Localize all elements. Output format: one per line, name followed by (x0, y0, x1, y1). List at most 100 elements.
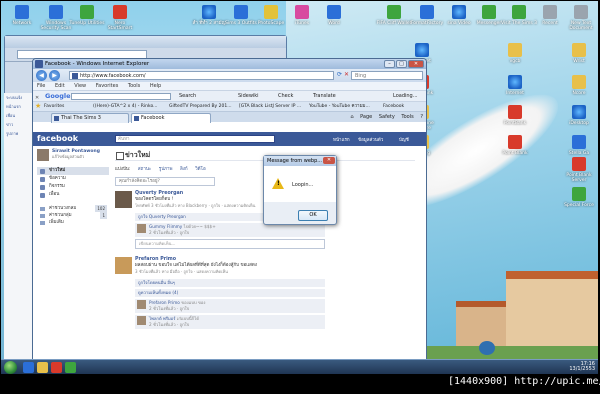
desktop-icon[interactable]: Ncore (561, 75, 597, 96)
menu-tools[interactable]: Tools (128, 83, 140, 89)
avatar[interactable] (137, 300, 146, 309)
ie-titlebar[interactable]: Facebook - Windows Internet Explorer – □… (33, 59, 426, 69)
favorites-button[interactable]: Favorites (44, 102, 64, 111)
desktop-icon[interactable]: TuneUp Utilities (69, 5, 105, 26)
google-search-input[interactable] (71, 93, 171, 100)
share-link[interactable]: ลิงก์ (180, 167, 188, 172)
desktop-icon[interactable]: Point Blank Server (561, 157, 597, 183)
forward-arrow-icon[interactable]: ▶ (49, 70, 60, 81)
system-tray[interactable]: 17:16 13/1/2553 (569, 362, 595, 372)
left-panel-item[interactable]: หน้าแรก (4, 102, 33, 111)
sidebar-item-more[interactable]: เพิ่มเติม (37, 219, 109, 226)
avatar[interactable] (115, 257, 132, 274)
maximize-button[interactable]: □ (396, 60, 407, 68)
desktop-icon[interactable]: Internet (497, 75, 533, 96)
comment-author[interactable]: ไพลกต์ พรีมอร์ (149, 316, 176, 321)
media-taskbar-icon[interactable] (51, 362, 62, 373)
tab-thai-the-sims[interactable]: Thai The Sims 3 (51, 113, 129, 123)
share-photo[interactable]: รูปภาพ (159, 167, 173, 172)
desktop-icon[interactable]: FormatFactory (409, 5, 445, 26)
address-bar[interactable]: http://www.facebook.com/ (69, 71, 334, 80)
dialog-close-button[interactable]: ✕ (323, 157, 335, 164)
check-button[interactable]: Check (278, 91, 293, 101)
tools-menu[interactable]: Tools (401, 114, 413, 120)
desktop-icon[interactable]: PointBank (497, 105, 533, 126)
close-button[interactable]: ✕ (408, 60, 424, 68)
folder-taskbar-icon[interactable] (37, 362, 48, 373)
comment-input[interactable]: เขียนความคิดเห็น... (135, 239, 325, 249)
ok-button[interactable]: OK (298, 210, 328, 221)
view-all-comments[interactable]: ดูความเห็นทั้งหมด (4) (135, 289, 325, 297)
help-icon[interactable]: ? (420, 114, 423, 120)
feed-post: Prefaron Primo ผลสอบผ่าน ขอบใจ แต่ไม่ได้… (115, 257, 415, 277)
desktop-icon[interactable]: Special Force (561, 187, 597, 208)
left-panel-item[interactable]: ข่าว (4, 120, 33, 129)
sidewiki-button[interactable]: Sidewiki (238, 91, 259, 101)
dialog-titlebar[interactable]: Message from webp... ✕ (264, 156, 336, 166)
minimize-button[interactable]: – (384, 60, 395, 68)
left-panel-item[interactable]: เพื่อน (4, 111, 33, 120)
desktop-icon[interactable]: สำ ที่ทำ 2 สามัญ (191, 5, 227, 26)
comment-author[interactable]: Gummy Flimmy (149, 224, 182, 229)
desktop-icon[interactable]: iTunes (284, 5, 320, 26)
start-button[interactable] (4, 361, 17, 374)
desktop-icon[interactable]: Network (4, 5, 40, 26)
favorite-link[interactable]: [GTA Black ListJ Server IP ... (239, 102, 305, 111)
page-menu[interactable]: Page (360, 114, 372, 120)
header-link-profile[interactable]: ข้อมูลส่วนตัว (358, 136, 383, 143)
background-window-titlebar[interactable] (5, 36, 286, 48)
favorite-link[interactable]: YouTube - YouTube ความม... (309, 102, 379, 111)
home-icon[interactable]: ⌂ (350, 114, 353, 120)
avatar[interactable] (115, 191, 132, 208)
menu-help[interactable]: Help (150, 83, 161, 89)
status-input[interactable]: คุณกำลังคิดอะไรอยู่? (115, 177, 215, 186)
desktop-icon[interactable]: iDesktop (561, 105, 597, 126)
sidebar-item-news-feed[interactable]: ข่าวใหม่ (37, 167, 109, 175)
facebook-logo[interactable]: facebook (37, 134, 78, 143)
desktop-icon[interactable]: Word (316, 5, 352, 26)
desktop-icon[interactable]: Nero StartSmart (102, 5, 138, 31)
comment-author[interactable]: Prefaron Primo (149, 300, 180, 305)
edit-profile-link[interactable]: แก้ไขข้อมูลส่วนตัว (52, 154, 100, 159)
menu-view[interactable]: View (74, 83, 86, 89)
favorite-link[interactable]: GiftedTV Prepared By 201... (169, 102, 235, 111)
back-arrow-icon[interactable]: ◀ (36, 70, 47, 81)
sidebar-item-friends[interactable]: เพื่อน (37, 191, 109, 199)
favorite-link[interactable]: Facebook (383, 102, 423, 111)
avatar[interactable] (137, 224, 146, 233)
sidebar-item-messages[interactable]: ข้อความ (37, 175, 109, 183)
desktop-icon[interactable]: Stella Ga (561, 135, 597, 156)
sidebar-item-group-requests[interactable]: ค่าชวนกลุ่ม 1 (37, 212, 109, 219)
avatar[interactable] (137, 316, 146, 325)
tab-facebook[interactable]: Facebook (131, 113, 211, 123)
menu-favorites[interactable]: Favorites (96, 83, 119, 89)
sidebar-item-requests[interactable]: ค่าชวนวงกลม 102 (37, 205, 109, 212)
menu-edit[interactable]: Edit (55, 83, 65, 89)
avatar[interactable] (37, 149, 49, 161)
favorite-link[interactable]: ((Here)-GTA^2 x 4) - Rinko... (93, 102, 165, 111)
desktop-icon[interactable]: FIFA Cliff Wallet (376, 5, 412, 26)
stop-icon[interactable]: ✕ (344, 71, 349, 78)
google-search-button[interactable]: Search (179, 91, 196, 101)
desktop-icon[interactable]: vgcb (497, 43, 533, 64)
desktop-icon[interactable]: Point Blank (497, 135, 533, 156)
star-icon[interactable]: ★ (35, 103, 41, 110)
translate-button[interactable]: Translate (313, 91, 336, 101)
search-input[interactable]: Bing (351, 71, 423, 80)
desktop-icon[interactable]: Wrist (561, 43, 597, 64)
messenger-taskbar-icon[interactable] (65, 362, 76, 373)
share-status[interactable]: สถานะ (138, 167, 152, 172)
header-link-home[interactable]: หน้าแรก (333, 136, 350, 143)
like-line[interactable]: ถูกใจโดยคนอื่น อื่นๆ (135, 279, 325, 287)
facebook-search-input[interactable]: ค้นหา (115, 135, 275, 143)
left-panel-item[interactable]: รูปภาพ (4, 129, 33, 138)
desktop-icon[interactable]: New Text Document (563, 5, 598, 31)
header-link-account[interactable]: บัญชี (399, 136, 409, 143)
sidebar-item-events[interactable]: กิจกรรม (37, 183, 109, 191)
ie-taskbar-icon[interactable] (23, 362, 34, 373)
left-panel-item[interactable]: ระบบแจ้ง (4, 93, 33, 102)
share-video[interactable]: วิดีโอ (195, 167, 206, 172)
menu-file[interactable]: File (37, 83, 45, 89)
safety-menu[interactable]: Safety (379, 114, 395, 120)
refresh-icon[interactable]: ⟳ (337, 71, 342, 78)
